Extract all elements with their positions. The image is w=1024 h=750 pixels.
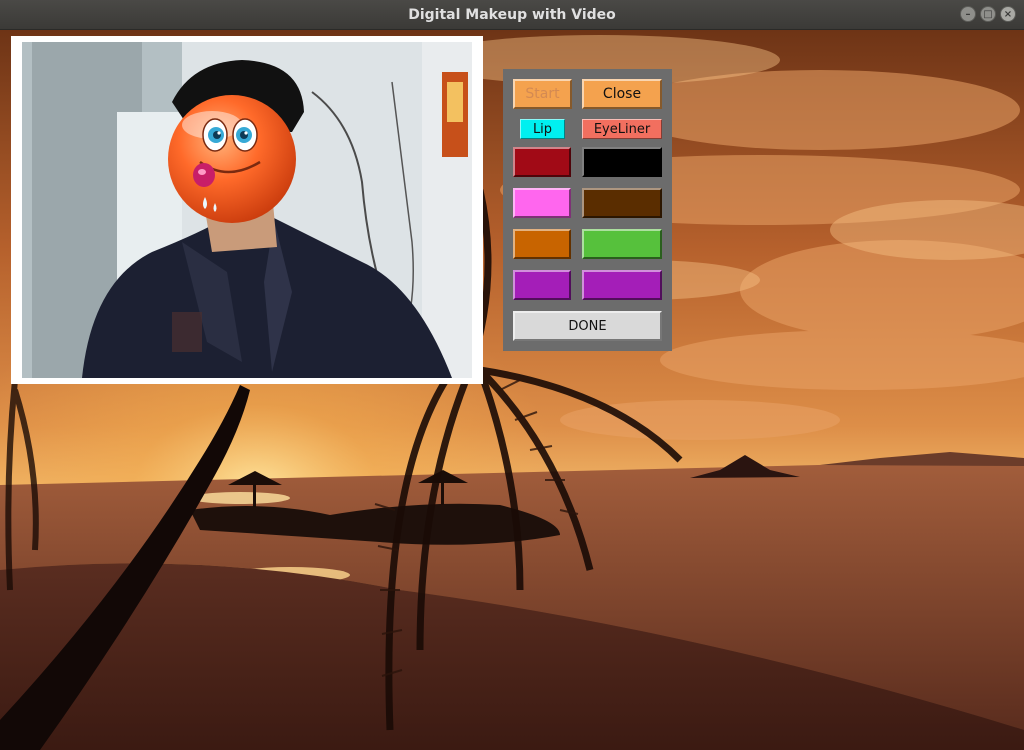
swatch-black[interactable] — [582, 147, 662, 177]
video-frame — [11, 36, 483, 384]
swatch-purple[interactable] — [513, 270, 571, 300]
swatch-pink[interactable] — [513, 188, 571, 218]
minimize-icon[interactable]: – — [960, 6, 976, 22]
done-button[interactable]: DONE — [513, 311, 662, 341]
close-button[interactable]: Close — [582, 79, 662, 109]
swatch-purple-2[interactable] — [582, 270, 662, 300]
title-bar: Digital Makeup with Video – □ × — [0, 0, 1024, 30]
smiley-emoji-icon — [168, 95, 296, 223]
window-controls: – □ × — [960, 6, 1016, 22]
swatch-dark-red[interactable] — [513, 147, 571, 177]
maximize-icon[interactable]: □ — [980, 6, 996, 22]
window-title: Digital Makeup with Video — [408, 6, 616, 23]
app-window: Digital Makeup with Video – □ × Start Cl… — [0, 0, 1024, 750]
lip-button[interactable]: Lip — [520, 119, 565, 139]
control-panel: Start Close Lip EyeLiner DONE — [503, 69, 672, 351]
swatch-orange[interactable] — [513, 229, 571, 259]
close-icon[interactable]: × — [1000, 6, 1016, 22]
eyeliner-button[interactable]: EyeLiner — [582, 119, 662, 139]
start-button[interactable]: Start — [513, 79, 572, 109]
swatch-brown[interactable] — [582, 188, 662, 218]
swatch-green[interactable] — [582, 229, 662, 259]
webcam-feed — [22, 42, 472, 378]
